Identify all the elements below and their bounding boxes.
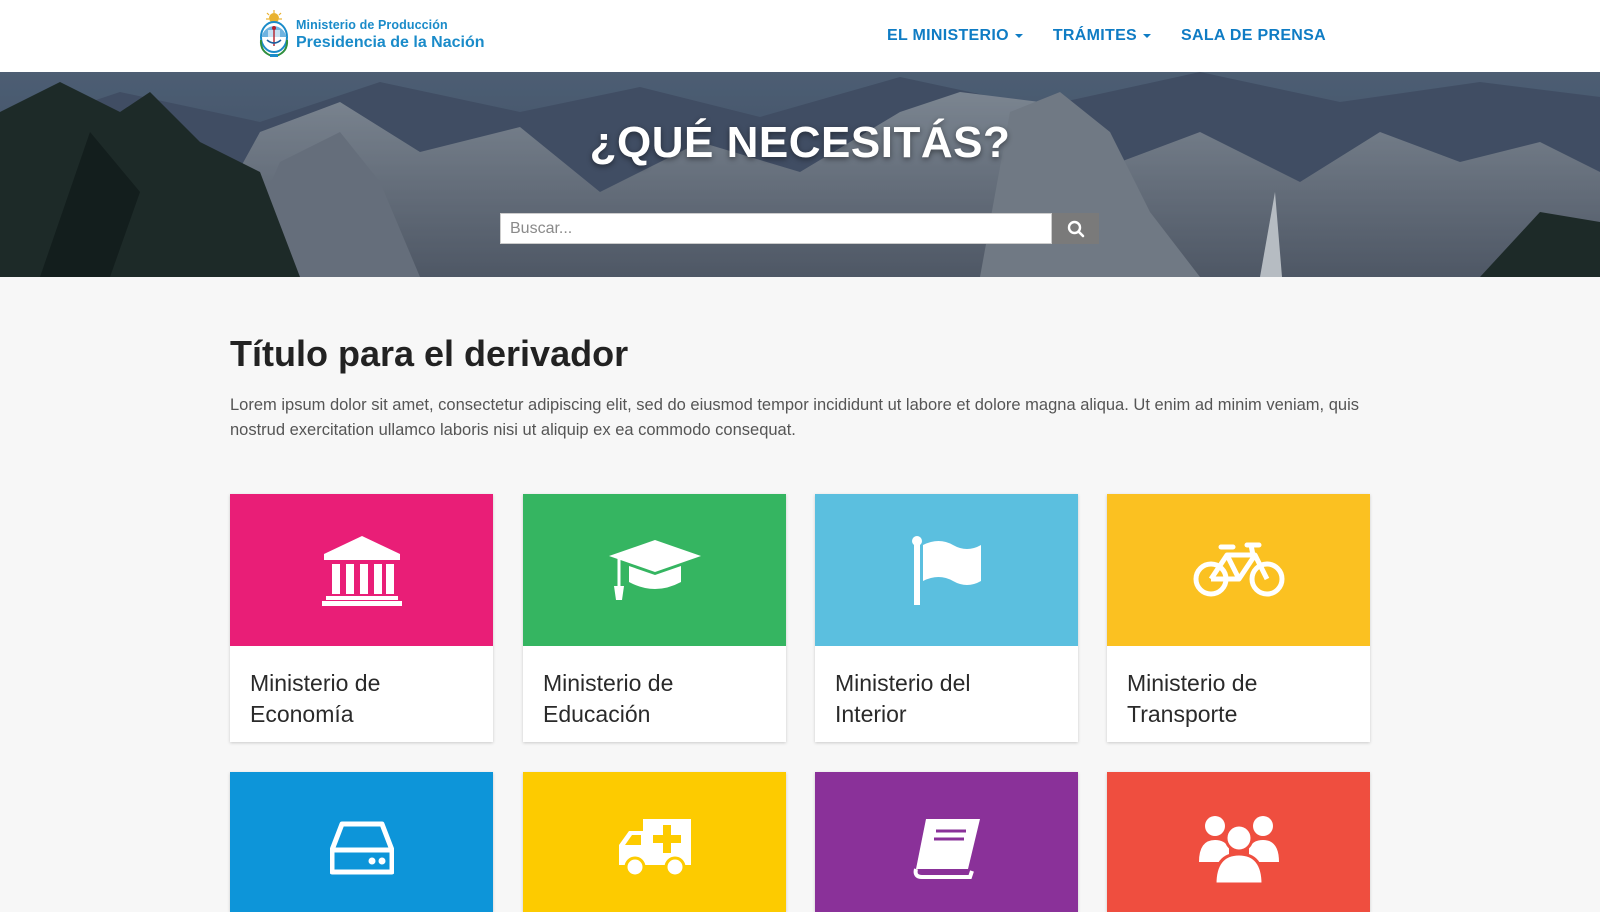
card-label-line2: Transporte xyxy=(1127,701,1238,727)
card-label-line2: Economía xyxy=(250,701,354,727)
caret-down-icon xyxy=(1014,34,1023,38)
caret-down-icon xyxy=(1143,34,1152,38)
search-icon xyxy=(1067,220,1084,237)
nav-sala-de-prensa-label: SALA DE PRENSA xyxy=(1181,27,1326,44)
nav-sala-de-prensa[interactable]: SALA DE PRENSA xyxy=(1181,27,1326,45)
card-icon-area xyxy=(1107,772,1370,912)
card-item[interactable] xyxy=(1107,772,1370,912)
logo-ministry-name: Ministerio de Producción xyxy=(296,18,448,33)
nav-el-ministerio[interactable]: EL MINISTERIO xyxy=(887,27,1023,45)
nav-tramites-label: TRÁMITES xyxy=(1052,27,1138,44)
card-label: Ministerio de Educación xyxy=(523,646,786,730)
card-item[interactable] xyxy=(230,772,493,912)
card-icon-area xyxy=(230,494,493,646)
card-label-line1: Ministerio de xyxy=(1127,670,1258,696)
ambulance-icon xyxy=(618,819,691,878)
card-icon-area xyxy=(815,494,1078,646)
logo-text: Ministerio de Producción Presidencia de … xyxy=(296,19,485,51)
bank-icon xyxy=(321,536,402,606)
card-icon-area xyxy=(1107,494,1370,646)
card-icon-area xyxy=(815,772,1078,912)
card-ministerio-interior[interactable]: Ministerio del Interior xyxy=(815,494,1078,742)
flag-icon xyxy=(911,536,981,605)
users-icon xyxy=(1198,816,1279,884)
logo-presidency-name: Presidencia de la Nación xyxy=(296,33,485,51)
main-nav: EL MINISTERIO TRÁMITES SALA DE PRENSA xyxy=(857,0,1326,72)
book-icon xyxy=(913,819,980,879)
card-icon-area xyxy=(523,772,786,912)
nav-el-ministerio-label: EL MINISTERIO xyxy=(887,27,1009,44)
nav-tramites[interactable]: TRÁMITES xyxy=(1052,27,1152,45)
card-label: Ministerio del Interior xyxy=(815,646,1078,730)
card-item[interactable] xyxy=(523,772,786,912)
page-description: Lorem ipsum dolor sit amet, consectetur … xyxy=(230,396,1359,439)
page-title: Título para el derivador xyxy=(230,333,629,374)
card-ministerio-educacion[interactable]: Ministerio de Educación xyxy=(523,494,786,742)
card-label-line1: Ministerio de xyxy=(543,670,674,696)
card-label-line2: Interior xyxy=(835,701,907,727)
hero-title: ¿QUÉ NECESITÁS? xyxy=(589,118,1011,167)
search-button[interactable] xyxy=(1052,213,1099,244)
card-label-line1: Ministerio de xyxy=(250,670,381,696)
card-item[interactable] xyxy=(815,772,1078,912)
mountain-landscape-image xyxy=(0,72,1600,277)
card-label: Ministerio de Transporte xyxy=(1107,646,1370,730)
card-icon-area xyxy=(523,494,786,646)
site-logo[interactable]: Ministerio de Producción Presidencia de … xyxy=(258,9,485,61)
site-header: Ministerio de Producción Presidencia de … xyxy=(0,0,1600,72)
card-icon-area xyxy=(230,772,493,912)
hard-drive-icon xyxy=(329,821,394,875)
card-label: Ministerio de Economía xyxy=(230,646,493,730)
graduation-cap-icon xyxy=(608,540,701,600)
card-ministerio-economia[interactable]: Ministerio de Economía xyxy=(230,494,493,742)
card-label-line1: Ministerio del xyxy=(835,670,971,696)
search-input[interactable] xyxy=(500,213,1052,244)
hero-banner: ¿QUÉ NECESITÁS? xyxy=(0,72,1600,277)
card-label-line2: Educación xyxy=(543,701,651,727)
argentina-coat-of-arms-icon xyxy=(259,10,289,57)
bicycle-icon xyxy=(1193,542,1284,597)
card-ministerio-transporte[interactable]: Ministerio de Transporte xyxy=(1107,494,1370,742)
